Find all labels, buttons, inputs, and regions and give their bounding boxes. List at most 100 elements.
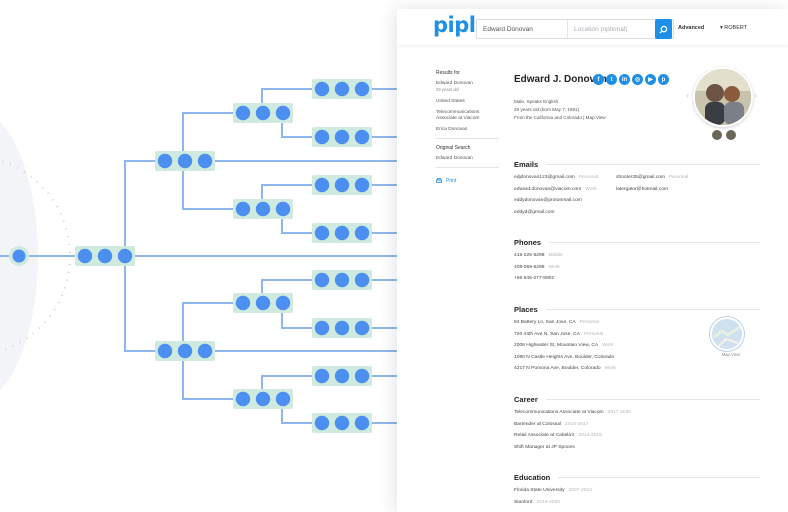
place-tag: Work	[604, 366, 616, 372]
graph-node	[334, 81, 350, 97]
education-value: Stanford	[514, 499, 533, 505]
phone-item[interactable]: 408-059-5298 Work	[514, 262, 760, 274]
chevron-left-icon[interactable]: ‹	[686, 91, 689, 100]
section-title: Phones	[514, 238, 760, 247]
career-section: Career Telecommunications Associate at V…	[514, 395, 760, 453]
place-value: 1080 N Castle Heights Ave, Boulder, Colo…	[514, 354, 615, 360]
graph-node	[334, 415, 350, 431]
original-search-value: Edward Donovan	[436, 156, 473, 161]
youtube-icon[interactable]: ▶	[645, 74, 656, 85]
search-icon	[659, 25, 668, 34]
graph-node	[235, 201, 251, 217]
graph-node	[255, 201, 271, 217]
education-value: Florida State University	[514, 488, 565, 493]
education-item[interactable]: Florida State University 2007-2012	[514, 485, 760, 497]
print-button[interactable]: Print	[436, 178, 500, 184]
user-menu[interactable]: ▾ ROBERT	[720, 25, 747, 31]
career-item[interactable]: Bartender at Colossal 2016-2017	[514, 419, 760, 431]
email-value: latergator@hotmail.com	[616, 186, 668, 192]
graph-node	[314, 81, 330, 97]
twitter-icon[interactable]: t	[606, 74, 617, 85]
phones-section: Phones 415-225-6298 Mobile 408-059-5298 Wo…	[514, 238, 760, 285]
phone-value: 415-225-6298	[514, 253, 545, 258]
graph-node	[354, 177, 370, 193]
profile-photo[interactable]	[693, 67, 753, 127]
graph-node	[157, 343, 173, 359]
linkedin-icon[interactable]: in	[619, 74, 630, 85]
result-filter[interactable]: Edward Donovan 29 years old	[436, 81, 500, 94]
phone-tag: Work	[548, 264, 560, 270]
search-button[interactable]	[655, 19, 672, 39]
career-value: Shift Manager at JP Spoons	[514, 444, 575, 450]
graph-node	[354, 320, 370, 336]
place-item[interactable]: 4217 N Pomona Ave, Boulder, Colorado Work	[514, 363, 760, 375]
section-title: Career	[514, 395, 760, 404]
education-list: Florida State University 2007-2012 Stanfo…	[514, 485, 760, 508]
advanced-link[interactable]: Advanced	[678, 25, 704, 31]
email-value: edjdonovan123@gmail.com	[514, 175, 575, 180]
career-value: Telecommunications Associate at Viacom	[514, 410, 604, 415]
facebook-icon[interactable]: f	[593, 74, 604, 85]
email-item[interactable]: eddyd@gmail.com	[514, 207, 598, 219]
print-icon	[436, 178, 442, 183]
email-tag: Work	[585, 186, 597, 192]
result-filter[interactable]: Erica Donovan	[436, 127, 500, 133]
instagram-icon[interactable]: ◎	[632, 74, 643, 85]
career-value: Bartender at Colossal	[514, 421, 562, 427]
email-item[interactable]: shooter35@gmail.com Personal	[616, 172, 688, 184]
graph-node	[275, 105, 291, 121]
name-search-input[interactable]	[477, 20, 568, 38]
graph-node	[334, 272, 350, 288]
graph-node	[157, 153, 173, 169]
result-filter[interactable]: Telecommunications Associate at Viacom	[436, 110, 500, 122]
phone-item[interactable]: 415-225-6298 Mobile	[514, 250, 760, 262]
graph-node	[255, 295, 271, 311]
email-item[interactable]: eddydonovan@protonmail.com	[514, 195, 598, 207]
graph-node	[77, 248, 93, 264]
profile-meta: Male, Speaks English 29 years old (born …	[514, 98, 606, 122]
result-filter-sub: 29 years old	[436, 87, 459, 92]
graph-node	[235, 295, 251, 311]
phone-value: +86 845-277-8902	[514, 276, 555, 282]
pipl-logo[interactable]: pipl	[433, 13, 476, 37]
pinterest-icon[interactable]: p	[658, 74, 669, 85]
profile-meta-line[interactable]: From the California and Colorado | Map V…	[514, 114, 606, 122]
email-item[interactable]: latergator@hotmail.com	[616, 184, 688, 196]
email-item[interactable]: edjdonovan123@gmail.com Personal	[514, 172, 598, 184]
phone-item[interactable]: +86 845-277-8902	[514, 273, 760, 285]
result-filter-label: Edward Donovan	[436, 81, 473, 86]
profile-meta-line: 29 years old (born May 7, 1991)	[514, 107, 580, 112]
map-view-label[interactable]: Map View	[722, 352, 740, 357]
career-item[interactable]: Shift Manager at JP Spoons	[514, 442, 760, 454]
place-value: 720 44th Ave N, San Jose, CA	[514, 331, 580, 337]
email-tag: Personal	[669, 175, 689, 180]
map-thumbnail[interactable]	[710, 317, 744, 351]
career-value: Retail Associate at Cabela's	[514, 433, 575, 439]
photo-thumbnail[interactable]	[725, 129, 737, 141]
graph-node	[334, 320, 350, 336]
original-search-heading: Original Search	[436, 145, 471, 151]
email-item[interactable]: edward.donovan@viacom.com Work	[514, 184, 598, 196]
section-title: Emails	[514, 160, 760, 169]
place-value: 4217 N Pomona Ave, Boulder, Colorado	[514, 366, 601, 372]
top-bar: pipl Advanced ▾ ROBERT	[397, 9, 788, 45]
photo-thumbnail[interactable]	[711, 129, 723, 141]
graph-node	[314, 320, 330, 336]
career-item[interactable]: Telecommunications Associate at Viacom 20…	[514, 407, 760, 419]
career-years: 2014-2016	[578, 433, 602, 439]
education-section: Education Florida State University 2007-2…	[514, 473, 760, 508]
results-sidebar: Results for Edward Donovan 29 years old U…	[436, 70, 500, 184]
result-filter[interactable]: United States	[436, 99, 500, 105]
divider	[436, 138, 499, 139]
graph-node	[275, 201, 291, 217]
graph-node	[314, 272, 330, 288]
career-item[interactable]: Retail Associate at Cabela's 2014-2016	[514, 430, 760, 442]
graph-node	[354, 129, 370, 145]
career-list: Telecommunications Associate at Viacom 20…	[514, 407, 760, 453]
graph-node	[334, 368, 350, 384]
education-item[interactable]: Stanford 2019-2020	[514, 497, 760, 509]
chevron-right-icon[interactable]: ›	[754, 91, 757, 100]
graph-node	[334, 177, 350, 193]
graph-node	[314, 415, 330, 431]
emails-left-column: edjdonovan123@gmail.com Personal edward.d…	[514, 172, 598, 218]
